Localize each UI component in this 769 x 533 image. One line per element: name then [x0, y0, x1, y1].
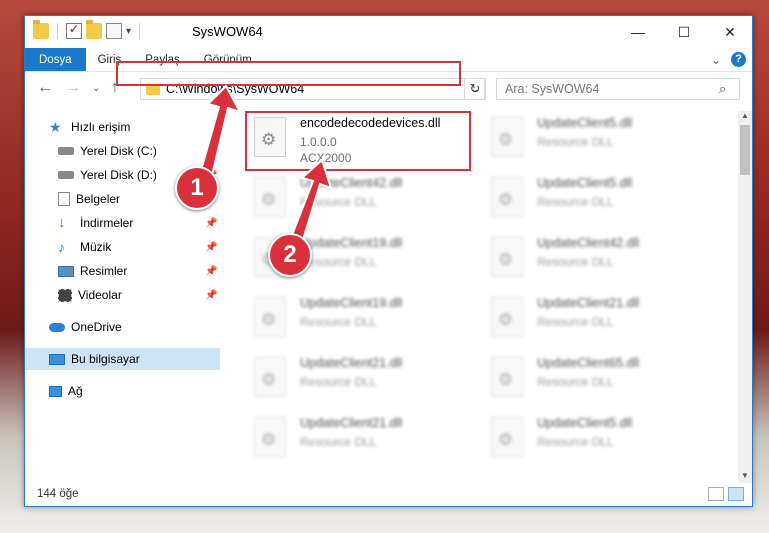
callout-badge-2: 2 — [268, 233, 312, 277]
callout-arrows — [194, 84, 333, 255]
callout-badge-1: 1 — [175, 166, 219, 210]
